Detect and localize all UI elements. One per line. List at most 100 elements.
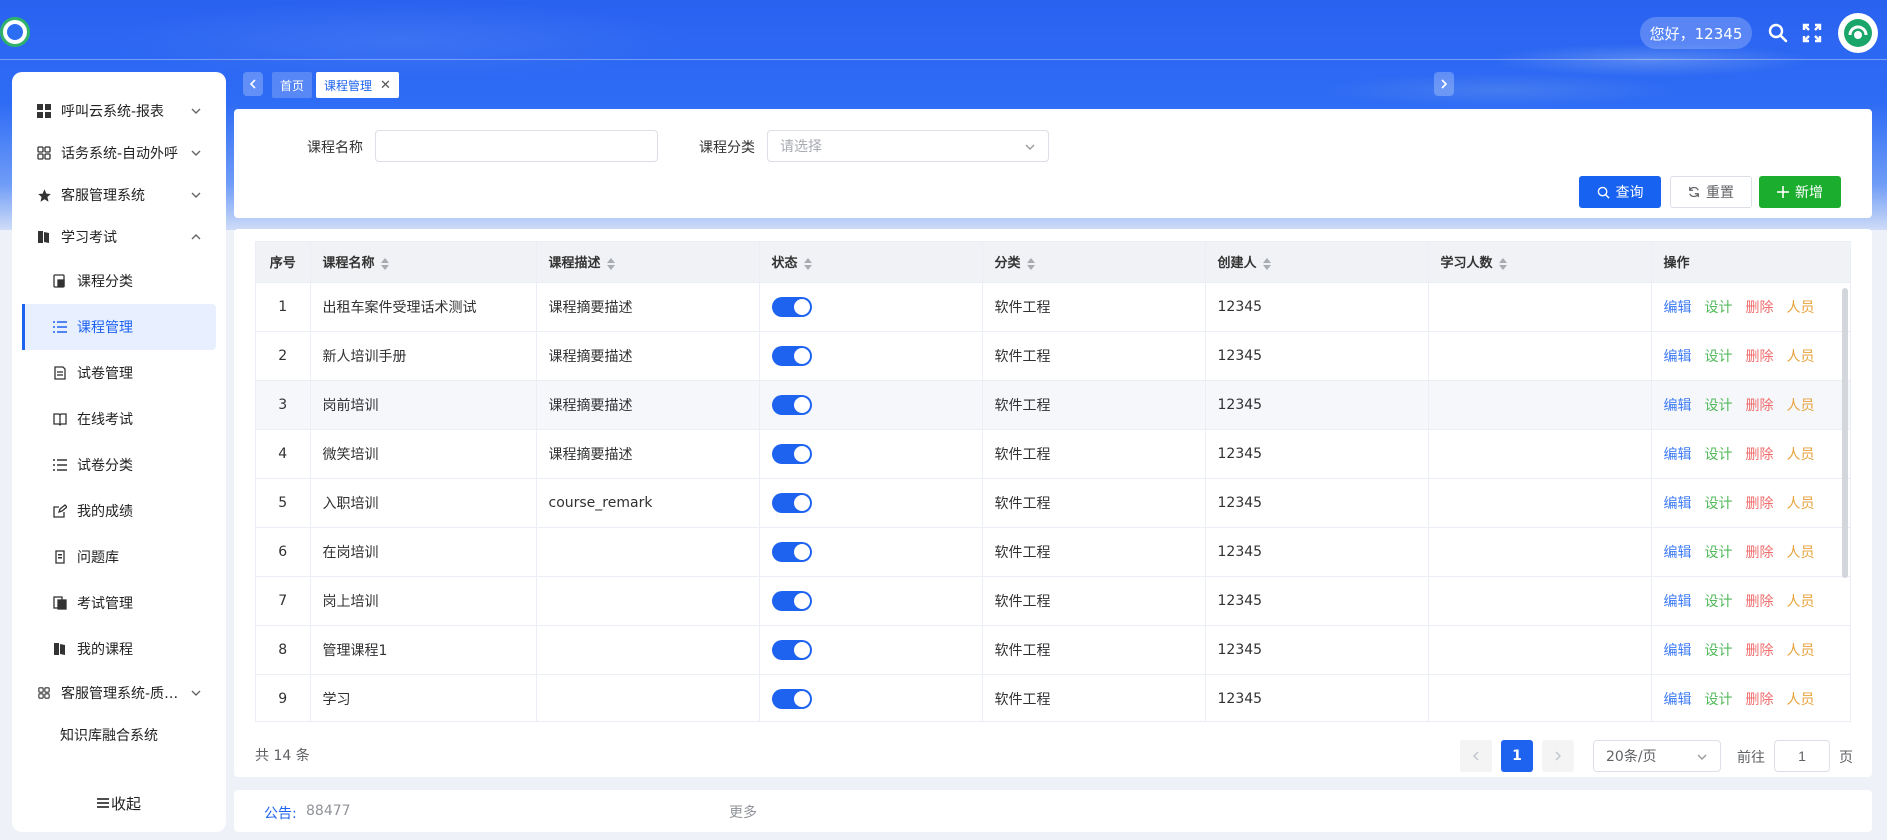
table-row[interactable]: 8 管理课程1 软件工程 12345 编辑 设计 删除 人员 (256, 625, 1850, 675)
delete-button[interactable]: 删除 (1746, 300, 1774, 316)
sidebar-item-my-scores[interactable]: 我的成绩 (12, 488, 226, 534)
design-button[interactable]: 设计 (1705, 300, 1733, 316)
sidebar-item-paper-management[interactable]: 试卷管理 (12, 350, 226, 396)
table-row[interactable]: 2 新人培训手册 课程摘要描述 软件工程 12345 编辑 设计 删除 人员 (256, 331, 1850, 381)
sidebar-item-course-management[interactable]: 课程管理 (22, 304, 216, 350)
sidebar-item-course-category[interactable]: 课程分类 (12, 258, 226, 304)
column-header-creator[interactable]: 创建人 (1205, 242, 1429, 283)
status-toggle[interactable] (771, 394, 812, 415)
tab-course-management[interactable]: 课程管理 ✕ (316, 72, 399, 98)
people-button[interactable]: 人员 (1787, 349, 1815, 365)
design-button[interactable]: 设计 (1705, 447, 1733, 463)
tab-scroll-right[interactable] (1434, 72, 1454, 96)
edit-button[interactable]: 编辑 (1664, 594, 1692, 610)
people-button[interactable]: 人员 (1787, 594, 1815, 610)
sidebar-item-knowledge-base[interactable]: 知识库融合系统 (12, 714, 226, 756)
design-button[interactable]: 设计 (1705, 349, 1733, 365)
avatar[interactable] (1838, 13, 1878, 53)
column-header-status[interactable]: 状态 (759, 242, 983, 283)
next-page-button[interactable] (1542, 740, 1574, 772)
status-toggle[interactable] (771, 345, 812, 366)
people-button[interactable]: 人员 (1787, 300, 1815, 316)
status-toggle[interactable] (771, 590, 812, 611)
edit-button[interactable]: 编辑 (1664, 349, 1692, 365)
delete-button[interactable]: 删除 (1746, 349, 1774, 365)
people-button[interactable]: 人员 (1787, 398, 1815, 414)
course-name-input[interactable] (375, 130, 658, 162)
delete-button[interactable]: 删除 (1746, 398, 1774, 414)
sort-icon[interactable] (606, 257, 615, 270)
reset-button[interactable]: 重置 (1670, 176, 1752, 208)
edit-button[interactable]: 编辑 (1664, 447, 1692, 463)
people-button[interactable]: 人员 (1787, 447, 1815, 463)
page-button-current[interactable]: 1 (1501, 740, 1533, 772)
people-button[interactable]: 人员 (1787, 496, 1815, 512)
design-button[interactable]: 设计 (1705, 594, 1733, 610)
sidebar-item-my-courses[interactable]: 我的课程 (12, 626, 226, 672)
table-row[interactable]: 4 微笑培训 课程摘要描述 软件工程 12345 编辑 设计 删除 人员 (256, 429, 1850, 479)
column-header-category[interactable]: 分类 (982, 242, 1206, 283)
delete-button[interactable]: 删除 (1746, 643, 1774, 659)
delete-button[interactable]: 删除 (1746, 545, 1774, 561)
search-icon[interactable] (1765, 20, 1791, 46)
column-header-learners[interactable]: 学习人数 (1428, 242, 1652, 283)
design-button[interactable]: 设计 (1705, 545, 1733, 561)
column-header-desc[interactable]: 课程描述 (536, 242, 760, 283)
column-header-name[interactable]: 课程名称 (310, 242, 537, 283)
app-logo[interactable] (0, 17, 30, 47)
table-scrollbar[interactable] (1842, 288, 1848, 578)
sort-icon[interactable] (1262, 257, 1271, 270)
sidebar-collapse-button[interactable]: 收起 (12, 788, 226, 818)
edit-button[interactable]: 编辑 (1664, 398, 1692, 414)
delete-button[interactable]: 删除 (1746, 496, 1774, 512)
sort-icon[interactable] (1498, 257, 1507, 270)
sidebar-item-quality-inspection[interactable]: 客服管理系统-质检管理 (12, 672, 226, 714)
table-row[interactable]: 1 出租车案件受理话术测试 课程摘要描述 软件工程 12345 编辑 设计 删除 人员 (256, 282, 1850, 332)
people-button[interactable]: 人员 (1787, 545, 1815, 561)
people-button[interactable]: 人员 (1787, 643, 1815, 659)
delete-button[interactable]: 删除 (1746, 692, 1774, 708)
design-button[interactable]: 设计 (1705, 496, 1733, 512)
edit-button[interactable]: 编辑 (1664, 496, 1692, 512)
sort-icon[interactable] (380, 257, 389, 270)
page-size-select[interactable]: 20条/页 (1593, 740, 1721, 772)
sort-icon[interactable] (1026, 257, 1035, 270)
query-button[interactable]: 查询 (1579, 176, 1661, 208)
edit-button[interactable]: 编辑 (1664, 643, 1692, 659)
table-row[interactable]: 3 岗前培训 课程摘要描述 软件工程 12345 编辑 设计 删除 人员 (256, 380, 1850, 430)
sort-icon[interactable] (803, 257, 812, 270)
close-icon[interactable]: ✕ (380, 78, 391, 93)
people-button[interactable]: 人员 (1787, 692, 1815, 708)
table-row[interactable]: 7 岗上培训 软件工程 12345 编辑 设计 删除 人员 (256, 576, 1850, 626)
sidebar-item-question-bank[interactable]: 问题库 (12, 534, 226, 580)
status-toggle[interactable] (771, 443, 812, 464)
status-toggle[interactable] (771, 541, 812, 562)
design-button[interactable]: 设计 (1705, 398, 1733, 414)
fullscreen-icon[interactable] (1799, 20, 1825, 46)
status-toggle[interactable] (771, 688, 812, 709)
table-row[interactable]: 5 入职培训 course_remark 软件工程 12345 编辑 设计 删除 人员 (256, 478, 1850, 528)
table-row[interactable]: 9 学习 软件工程 12345 编辑 设计 删除 人员 (256, 674, 1850, 721)
edit-button[interactable]: 编辑 (1664, 692, 1692, 708)
sidebar-item-online-exam[interactable]: 在线考试 (12, 396, 226, 442)
notice-more-link[interactable]: 更多 (729, 802, 757, 822)
table-row[interactable]: 6 在岗培训 软件工程 12345 编辑 设计 删除 人员 (256, 527, 1850, 577)
prev-page-button[interactable] (1460, 740, 1492, 772)
goto-page-input[interactable] (1774, 740, 1830, 772)
tab-home[interactable]: 首页 (272, 72, 313, 98)
delete-button[interactable]: 删除 (1746, 594, 1774, 610)
delete-button[interactable]: 删除 (1746, 447, 1774, 463)
status-toggle[interactable] (771, 639, 812, 660)
edit-button[interactable]: 编辑 (1664, 545, 1692, 561)
course-category-select[interactable]: 请选择 (767, 130, 1049, 162)
sidebar-item-customer-service[interactable]: 客服管理系统 (12, 174, 226, 216)
sidebar-item-exam-management[interactable]: 考试管理 (12, 580, 226, 626)
sidebar-item-study-exam[interactable]: 学习考试 (12, 216, 226, 258)
design-button[interactable]: 设计 (1705, 692, 1733, 708)
edit-button[interactable]: 编辑 (1664, 300, 1692, 316)
sidebar-item-call-system[interactable]: 话务系统-自动外呼 (12, 132, 226, 174)
add-button[interactable]: 新增 (1759, 176, 1841, 208)
sidebar-item-report[interactable]: 呼叫云系统-报表 (12, 90, 226, 132)
status-toggle[interactable] (771, 296, 812, 317)
sidebar-item-paper-category[interactable]: 试卷分类 (12, 442, 226, 488)
